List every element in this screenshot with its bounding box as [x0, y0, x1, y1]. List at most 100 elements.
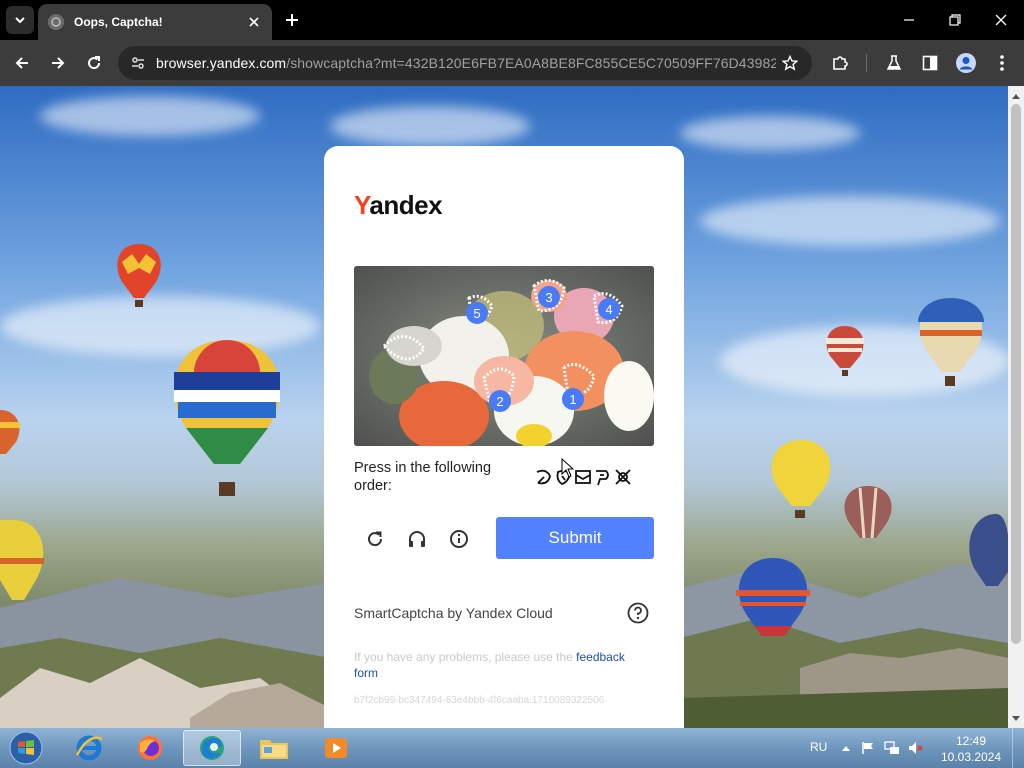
balloon [969, 514, 1008, 586]
mouse-cursor-icon [561, 458, 575, 478]
close-window-button[interactable] [978, 0, 1024, 40]
captcha-image[interactable]: 1 2 3 4 5 [354, 266, 654, 446]
language-indicator[interactable]: RU [810, 740, 827, 754]
star-icon [782, 55, 798, 71]
forward-arrow-icon [52, 57, 65, 69]
taskbar-edge[interactable] [183, 730, 241, 766]
balloon [117, 244, 161, 307]
kebab-menu-icon [1000, 55, 1004, 71]
flower-photo [354, 266, 654, 446]
show-desktop-button[interactable] [1012, 728, 1024, 768]
clock-time: 12:49 [955, 734, 987, 748]
start-button[interactable] [6, 729, 46, 767]
flask-icon [886, 55, 902, 70]
menu-button[interactable] [990, 51, 1014, 75]
close-icon [995, 14, 1007, 26]
folder-icon [260, 740, 288, 759]
marker-4[interactable]: 4 [598, 298, 620, 320]
marker-3[interactable]: 3 [538, 286, 560, 308]
balloon [0, 410, 20, 454]
back-arrow-icon [15, 57, 28, 69]
firefox-icon [138, 736, 162, 760]
action-center-tray[interactable] [860, 740, 876, 756]
tab-favicon-icon [48, 14, 64, 30]
speaker-muted-icon [909, 742, 923, 754]
refresh-icon [368, 531, 383, 547]
cloud [330, 106, 530, 146]
minimize-button[interactable] [886, 0, 932, 40]
profile-button[interactable] [954, 51, 978, 75]
refresh-captcha-button[interactable] [362, 526, 388, 552]
clock-date: 10.03.2024 [940, 750, 1002, 764]
balloon [771, 440, 831, 518]
feedback-note: If you have any problems, please use the… [354, 649, 644, 681]
info-icon [450, 530, 468, 548]
url-text: browser.yandex.com/showcaptcha?mt=432B12… [156, 55, 776, 71]
reload-button[interactable] [82, 51, 106, 75]
cloud [40, 96, 260, 136]
labs-button[interactable] [882, 51, 906, 75]
marker-1[interactable]: 1 [562, 388, 584, 410]
plus-icon [286, 14, 298, 26]
audio-captcha-button[interactable] [404, 526, 430, 552]
volume-tray[interactable] [908, 740, 924, 756]
site-info-button[interactable] [128, 53, 148, 73]
logo-letter-y: Y [354, 190, 370, 220]
extensions-button[interactable] [828, 51, 852, 75]
logo-rest: andex [369, 190, 443, 220]
scrollbar-thumb[interactable] [1011, 104, 1021, 644]
show-hidden-icons-button[interactable] [838, 740, 854, 756]
chevron-down-icon [15, 17, 25, 24]
taskbar-file-explorer[interactable] [245, 730, 303, 766]
restore-icon [949, 14, 961, 26]
captcha-card: Yandex 1 2 3 4 5 Press in the following … [324, 146, 684, 746]
marker-2[interactable]: 2 [489, 390, 511, 412]
system-clock[interactable]: 12:49 10.03.2024 [940, 733, 1002, 765]
address-bar[interactable]: browser.yandex.com/showcaptcha?mt=432B12… [118, 46, 812, 80]
help-button[interactable] [627, 602, 649, 624]
taskbar-firefox[interactable] [121, 730, 179, 766]
tab-title: Oops, Captcha! [74, 15, 163, 29]
tab-close-button[interactable] [246, 14, 262, 30]
network-tray[interactable] [884, 740, 900, 756]
active-tab[interactable]: Oops, Captcha! [38, 4, 272, 40]
tab-search-button[interactable] [6, 6, 34, 34]
url-path: /showcaptcha?mt=432B120E6FB7EA0A8BE8FC85… [286, 55, 776, 71]
balloon [918, 298, 984, 386]
symbol-4-icon [596, 470, 609, 486]
url-host: browser.yandex.com [156, 55, 287, 71]
toolbar-separator [866, 54, 867, 72]
balloon [844, 486, 892, 539]
side-panel-button[interactable] [918, 51, 942, 75]
internet-explorer-icon [75, 735, 103, 761]
balloon [0, 520, 44, 600]
new-tab-button[interactable] [280, 8, 304, 32]
windows-orb-icon [9, 731, 43, 765]
help-icon [627, 602, 649, 624]
instruction-text: Press in the following order: [354, 460, 492, 494]
order-symbols [536, 469, 631, 486]
bookmark-button[interactable] [780, 53, 800, 73]
scroll-down-button[interactable] [1008, 711, 1024, 727]
captcha-token: b7f2cb99-bc347494-63e4bbb-4f6caaba:17100… [354, 695, 605, 706]
info-button[interactable] [446, 526, 472, 552]
puzzle-icon [833, 56, 848, 70]
taskbar-media-player[interactable] [307, 730, 365, 766]
scroll-up-button[interactable] [1008, 88, 1024, 104]
marker-5[interactable]: 5 [466, 302, 488, 324]
balloon [826, 326, 864, 376]
taskbar-internet-explorer[interactable] [60, 730, 118, 766]
balloon [174, 340, 280, 496]
restore-button[interactable] [932, 0, 978, 40]
media-player-icon [325, 738, 347, 758]
submit-button[interactable]: Submit [496, 517, 654, 559]
symbol-5-icon [615, 469, 631, 485]
sidebar-icon [922, 55, 938, 71]
tab-strip: Oops, Captcha! [0, 0, 1024, 40]
forward-button[interactable] [46, 51, 70, 75]
back-button[interactable] [10, 51, 34, 75]
site-settings-icon [132, 57, 144, 69]
reload-icon [88, 56, 101, 70]
minimize-icon [904, 19, 914, 21]
edge-browser-icon [200, 736, 224, 760]
